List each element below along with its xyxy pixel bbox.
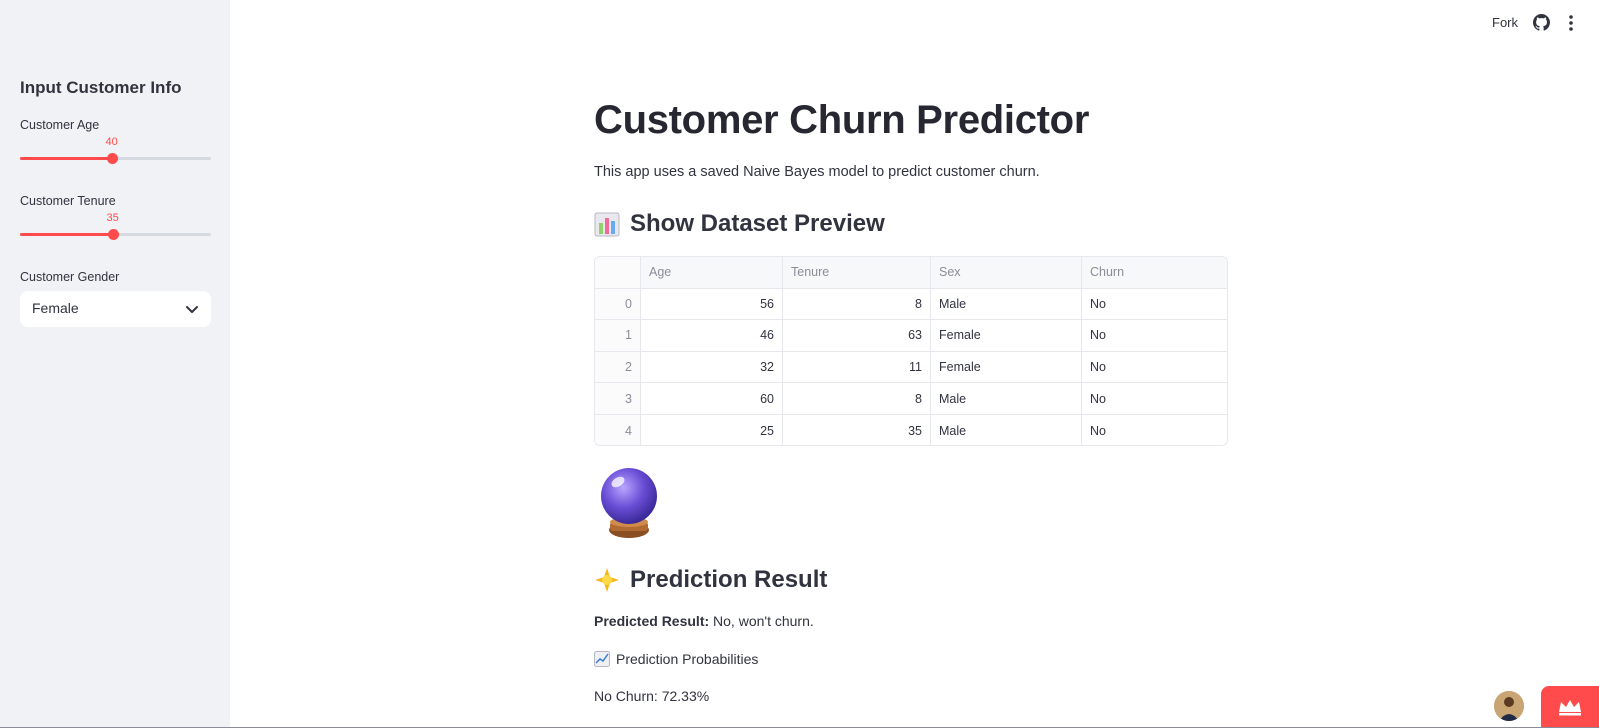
cell-age[interactable]: 46: [641, 320, 783, 351]
tenure-slider-value: 35: [106, 212, 119, 224]
line-chart-icon: [594, 651, 610, 667]
column-header-age[interactable]: Age: [641, 257, 783, 288]
prediction-heading-text: Prediction Result: [630, 566, 828, 593]
table-row: 3 60 8 Male No: [595, 383, 1227, 415]
cell-sex[interactable]: Male: [931, 288, 1082, 320]
row-index: 2: [595, 351, 641, 383]
user-avatar-image: [1494, 691, 1524, 721]
column-header-sex[interactable]: Sex: [931, 257, 1082, 288]
probabilities-heading: Prediction Probabilities: [594, 651, 758, 667]
cell-sex[interactable]: Female: [931, 320, 1082, 351]
github-icon[interactable]: [1533, 14, 1550, 31]
kebab-menu-icon[interactable]: [1564, 14, 1578, 32]
cell-churn[interactable]: No: [1082, 289, 1227, 320]
cell-sex[interactable]: Male: [931, 383, 1082, 414]
crown-icon: [1559, 700, 1581, 716]
table-row: 0 56 8 Male No: [595, 288, 1227, 321]
table-row: 4 25 35 Male No: [595, 414, 1227, 445]
page-title: Customer Churn Predictor: [594, 98, 1090, 142]
cell-age[interactable]: 56: [641, 288, 783, 320]
cell-tenure[interactable]: 35: [783, 414, 931, 445]
sidebar: Input Customer Info Customer Age 40 Cust…: [0, 0, 230, 728]
row-index: 0: [595, 288, 641, 320]
cell-sex[interactable]: Male: [931, 414, 1082, 445]
row-index: 4: [595, 414, 641, 445]
sidebar-title: Input Customer Info: [20, 78, 182, 97]
table-row: 2 32 11 Female No: [595, 351, 1227, 384]
bar-chart-icon: [594, 212, 620, 237]
gender-select[interactable]: Female: [20, 291, 211, 327]
cell-age[interactable]: 32: [641, 351, 783, 383]
cell-tenure[interactable]: 8: [783, 383, 931, 414]
cell-churn[interactable]: No: [1082, 383, 1227, 414]
tenure-slider-fill: [20, 233, 113, 236]
gender-label: Customer Gender: [20, 270, 120, 284]
crystal-ball-icon: [601, 468, 657, 538]
cell-tenure[interactable]: 11: [783, 351, 931, 383]
predicted-result-label: Predicted Result:: [594, 613, 710, 629]
predicted-result-value: No, won't churn.: [713, 613, 814, 629]
cell-churn[interactable]: No: [1082, 415, 1227, 445]
cell-tenure[interactable]: 63: [783, 320, 931, 351]
sparkle-icon: [595, 568, 619, 592]
age-label: Customer Age: [20, 118, 100, 132]
cell-sex[interactable]: Female: [931, 351, 1082, 383]
chevron-down-icon: [186, 306, 198, 313]
dataset-heading-text: Show Dataset Preview: [630, 210, 885, 237]
row-index: 1: [595, 320, 641, 351]
column-header-tenure[interactable]: Tenure: [783, 257, 931, 288]
table-header-row: Age Tenure Sex Churn: [595, 257, 1227, 289]
age-slider-value: 40: [105, 136, 118, 148]
column-header-index[interactable]: [595, 257, 641, 288]
table-row: 1 46 63 Female No: [595, 320, 1227, 352]
tenure-label: Customer Tenure: [20, 194, 116, 208]
column-header-churn[interactable]: Churn: [1082, 257, 1227, 288]
cell-tenure[interactable]: 8: [783, 288, 931, 320]
gender-select-value: Female: [32, 300, 79, 316]
probabilities-heading-text: Prediction Probabilities: [616, 651, 759, 667]
cell-churn[interactable]: No: [1082, 320, 1227, 351]
dataset-table[interactable]: Age Tenure Sex Churn 0 56 8 Male No 1 46…: [594, 256, 1228, 446]
no-churn-probability: No Churn: 72.33%: [594, 688, 710, 704]
age-slider-fill: [20, 157, 112, 160]
tenure-slider[interactable]: 35: [20, 212, 211, 244]
age-slider-thumb[interactable]: [106, 153, 118, 164]
prediction-heading: Prediction Result: [594, 566, 827, 594]
cell-age[interactable]: 60: [641, 383, 783, 414]
predicted-result: Predicted Result: No, won't churn.: [594, 613, 814, 629]
dataset-heading: Show Dataset Preview: [594, 210, 885, 238]
avatar[interactable]: [1494, 691, 1524, 721]
cell-churn[interactable]: No: [1082, 352, 1227, 383]
fork-button[interactable]: Fork: [1492, 15, 1518, 30]
row-index: 3: [595, 383, 641, 414]
cell-age[interactable]: 25: [641, 414, 783, 445]
intro-text: This app uses a saved Naive Bayes model …: [594, 164, 1040, 180]
tenure-slider-thumb[interactable]: [107, 229, 119, 240]
streamlit-badge[interactable]: [1541, 686, 1599, 728]
age-slider[interactable]: 40: [20, 136, 211, 168]
